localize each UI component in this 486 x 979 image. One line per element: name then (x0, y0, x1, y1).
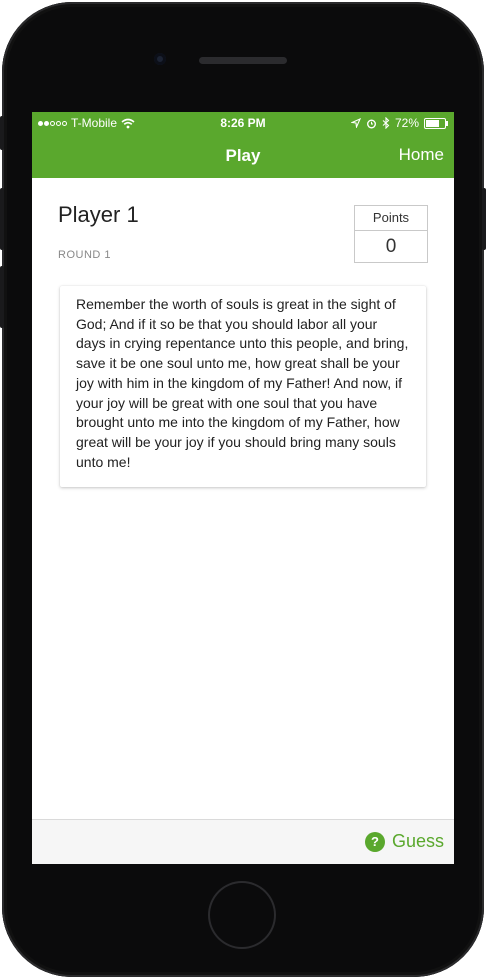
question-circle-icon: ? (364, 831, 385, 852)
app-screen: T-Mobile 8:26 PM 72% Play Home Player 1 … (32, 112, 454, 864)
status-bar: T-Mobile 8:26 PM 72% (32, 112, 454, 134)
battery-icon (424, 117, 448, 129)
status-right: 72% (350, 116, 448, 130)
volume-up-button (0, 188, 4, 250)
guess-button[interactable]: ? Guess (364, 831, 444, 852)
battery-percent: 72% (394, 116, 419, 130)
verse-card: Remember the worth of souls is great in … (60, 286, 426, 487)
points-label: Points (355, 206, 427, 231)
navigation-bar: Play Home (32, 134, 454, 178)
verse-text: Remember the worth of souls is great in … (76, 296, 409, 470)
nav-title: Play (225, 146, 261, 165)
earpiece-speaker (199, 57, 287, 64)
device-home-button[interactable] (210, 883, 274, 947)
power-button (482, 188, 486, 250)
player-name: Player 1 (58, 202, 139, 227)
bluetooth-icon (382, 117, 390, 129)
mute-switch (0, 116, 4, 150)
alarm-icon (366, 119, 376, 128)
points-value: 0 (385, 236, 397, 257)
front-camera (154, 53, 166, 65)
points-box: Points 0 (354, 205, 428, 263)
battery-fill (426, 119, 439, 127)
round-label: ROUND 1 (58, 249, 112, 261)
bottom-toolbar: ? Guess (32, 819, 454, 864)
guess-label: Guess (391, 831, 444, 851)
location-icon (350, 118, 361, 128)
home-button[interactable]: Home (399, 145, 444, 165)
volume-down-button (0, 266, 4, 328)
